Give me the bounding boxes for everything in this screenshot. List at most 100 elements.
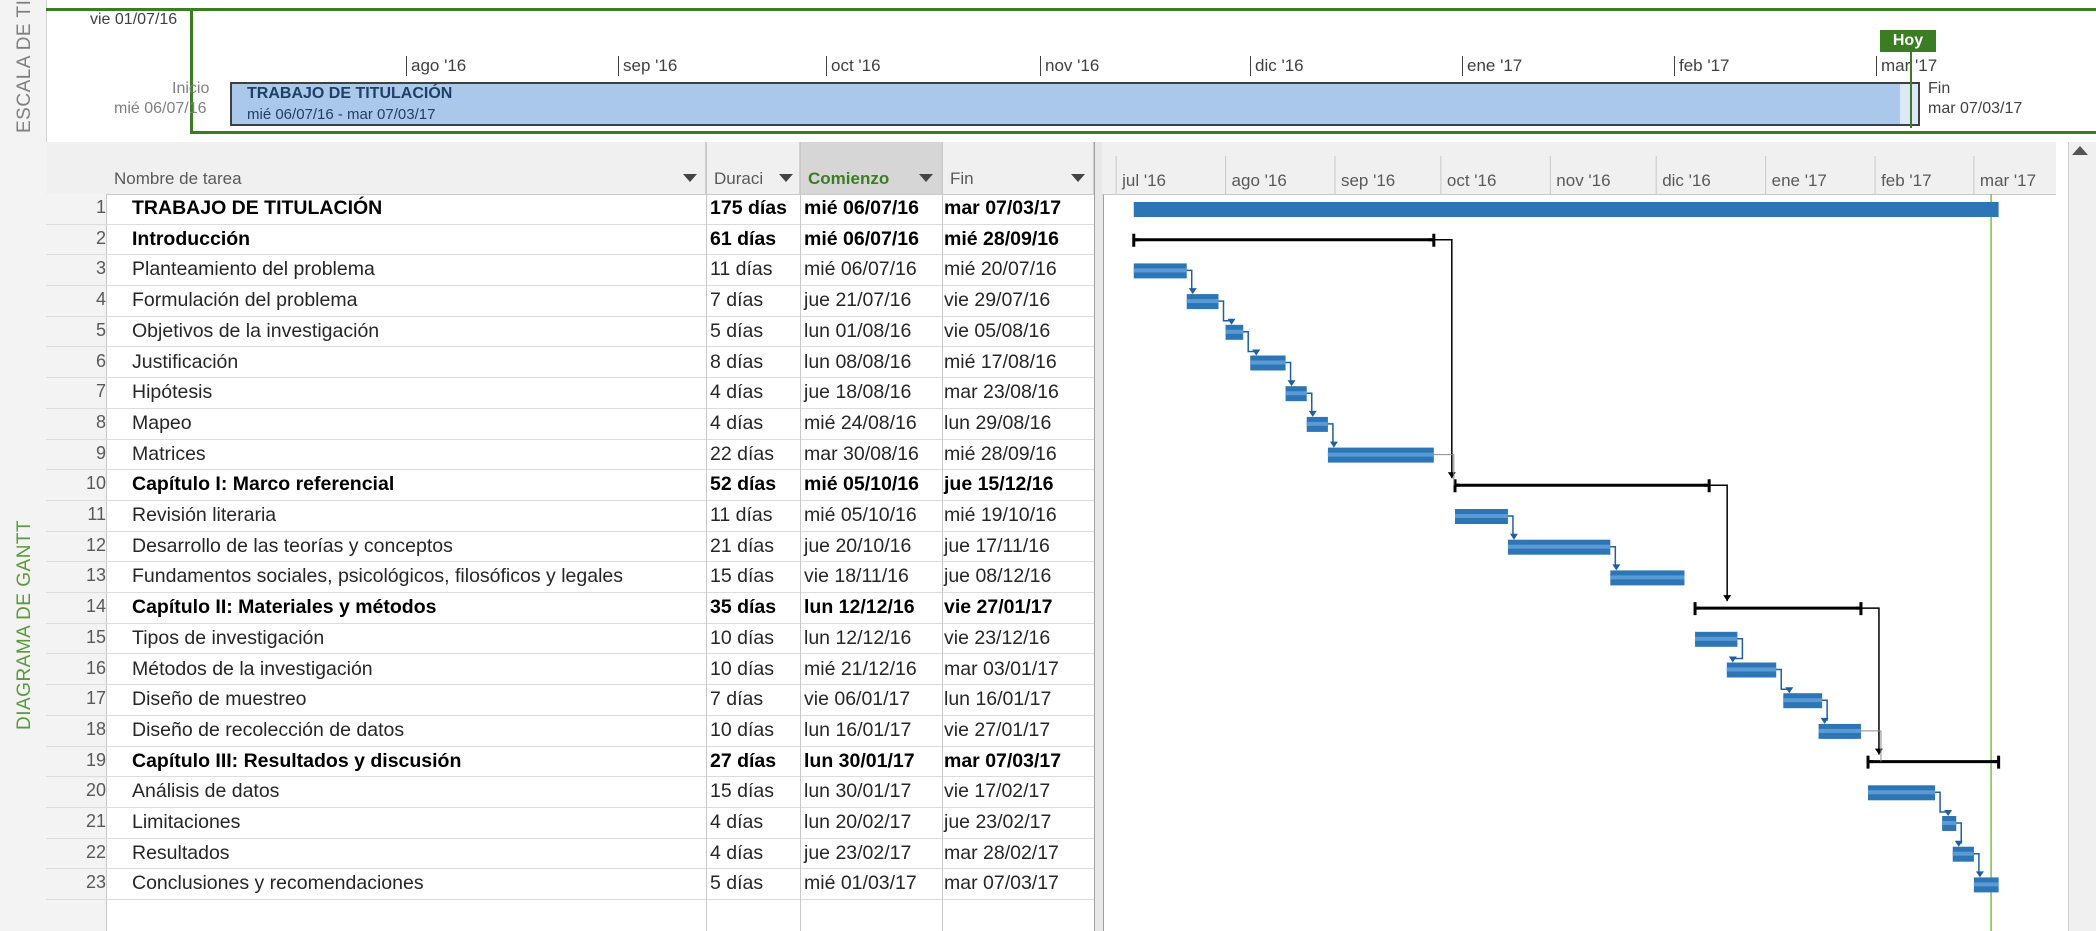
gantt-month-label: dic '16 [1662, 171, 1711, 190]
table-row[interactable]: 3 Planteamiento del problema 11 días mié 06… [46, 255, 1094, 287]
task-name: Conclusiones y recomendaciones [132, 872, 424, 895]
column-header-start[interactable]: Comienzo [800, 142, 942, 194]
gantt-month-label: nov '16 [1556, 171, 1610, 190]
timeline-start-date: mié 06/07/16 [114, 100, 207, 117]
row-id: 4 [95, 289, 106, 310]
timeline-side-label: ESCALA DE TIEMPO [14, 0, 35, 133]
chevron-down-icon[interactable] [1071, 174, 1085, 182]
today-marker-flag: Hoy [1880, 30, 1936, 52]
dependency-arrow [1188, 288, 1197, 295]
task-duration: 11 días [710, 504, 773, 526]
task-duration: 21 días [710, 534, 774, 557]
secondary-link [1433, 454, 1455, 486]
task-start: lun 12/12/16 [804, 626, 912, 649]
task-bar-highlight [1695, 636, 1738, 641]
table-row[interactable]: 6 Justificación 8 días lun 08/08/16 mié 17/0… [46, 348, 1094, 379]
gantt-month-label: ago '16 [1232, 171, 1287, 190]
row-id: 20 [85, 780, 106, 801]
timeline-start-date-top: vie 01/07/16 [90, 11, 178, 28]
task-start: mié 05/10/16 [804, 504, 917, 526]
dependency-link [1776, 668, 1790, 690]
task-start: lun 12/12/16 [804, 596, 915, 619]
row-id: 16 [85, 657, 106, 678]
table-row[interactable]: 19 Capítulo III: Resultados y discusión 27… [46, 747, 1094, 778]
row-id: 15 [85, 626, 106, 647]
table-row[interactable]: 13 Fundamentos sociales, psicológicos, fi… [46, 562, 1094, 594]
task-end: vie 23/12/16 [944, 626, 1051, 649]
table-row[interactable]: 15 Tipos de investigación 10 días lun 12/12… [46, 624, 1094, 655]
column-header-end[interactable]: Fin [942, 142, 1094, 194]
task-start: jue 18/08/16 [804, 381, 912, 404]
table-row[interactable]: 20 Análisis de datos 15 días lun 30/01/17 vi… [46, 777, 1094, 808]
task-start: lun 16/01/17 [804, 718, 912, 741]
table-row[interactable]: 8 Mapeo 4 días mié 24/08/16 lun 29/08/16 [46, 409, 1094, 440]
task-end: vie 27/01/17 [944, 596, 1053, 619]
table-row[interactable]: 1 TRABAJO DE TITULACIÓN 175 días mié 06/07/… [46, 194, 1094, 225]
table-row[interactable]: 22 Resultados 4 días jue 23/02/17 mar 28/02/… [46, 839, 1094, 870]
timeline-project-bar[interactable] [230, 82, 1920, 126]
table-row[interactable]: 7 Hipótesis 4 días jue 18/08/16 mar 23/08/16 [46, 378, 1094, 409]
table-row[interactable]: 16 Métodos de la investigación 10 días mié … [46, 655, 1094, 686]
task-end: jue 08/12/16 [944, 565, 1052, 588]
dependency-link [1507, 515, 1514, 537]
summary-bar-end-cap [1993, 755, 2001, 769]
task-name: Planteamiento del problema [132, 258, 375, 281]
task-start: mié 06/07/16 [804, 258, 917, 281]
table-row[interactable]: 21 Limitaciones 4 días lun 20/02/17 jue 23/0… [46, 808, 1094, 839]
row-id: 18 [85, 718, 106, 739]
summary-link [1433, 238, 1453, 479]
timeline-month-label: dic '16 [1250, 56, 1304, 76]
table-row[interactable]: 12 Desarrollo de las teorías y conceptos 2… [46, 532, 1094, 563]
task-name: Introducción [132, 227, 251, 250]
gantt-side-label: DIAGRAMA DE GANTT [14, 519, 35, 730]
task-bar-highlight [1306, 421, 1328, 426]
dependency-link [1243, 331, 1257, 353]
column-header-end-label: Fin [950, 169, 974, 188]
table-row[interactable]: 14 Capítulo II: Materiales y métodos 35 dí… [46, 593, 1094, 624]
chevron-down-icon[interactable] [919, 174, 933, 182]
task-duration: 22 días [710, 442, 774, 465]
secondary-link [1860, 730, 1882, 762]
vertical-scrollbar[interactable] [2068, 142, 2096, 931]
task-bar-highlight [1327, 452, 1434, 457]
column-header-name[interactable]: Nombre de tarea [106, 142, 706, 194]
task-bar-highlight [1868, 790, 1936, 795]
task-duration: 61 días [710, 227, 777, 250]
task-start: mié 21/12/16 [804, 657, 917, 680]
row-id: 21 [85, 811, 106, 831]
dependency-link [1956, 822, 1963, 844]
task-start: lun 30/01/17 [804, 780, 912, 803]
table-row[interactable]: 18 Diseño de recolección de datos 10 días l… [46, 716, 1094, 747]
column-header-duration[interactable]: Duraci [706, 142, 800, 194]
table-row[interactable]: 4 Formulación del problema 7 días jue 21/07… [46, 286, 1094, 317]
row-id: 10 [85, 473, 106, 494]
table-row[interactable]: 17 Diseño de muestreo 7 días vie 06/01/17 lu… [46, 685, 1094, 716]
task-bar-highlight [1973, 882, 1999, 887]
table-row[interactable]: 10 Capítulo I: Marco referencial 52 días mi… [46, 470, 1094, 501]
scroll-up-arrow-icon[interactable] [2072, 146, 2088, 155]
chevron-down-icon[interactable] [683, 174, 697, 182]
task-start: mié 06/07/16 [804, 227, 919, 250]
task-bar-highlight [1818, 728, 1861, 733]
dependency-arrow [1329, 441, 1338, 448]
summary-bar-end-cap [1855, 602, 1863, 616]
task-duration: 11 días [710, 258, 773, 281]
task-start: vie 06/01/17 [804, 688, 911, 711]
task-duration: 4 días [710, 411, 764, 434]
chevron-down-icon[interactable] [779, 174, 793, 182]
table-row[interactable]: 2 Introducción 61 días mié 06/07/16 mié 28/0… [46, 225, 1094, 256]
table-row[interactable]: 5 Objetivos de la investigación 5 días lun … [46, 317, 1094, 348]
row-id: 5 [95, 319, 106, 340]
task-end: vie 29/07/16 [944, 289, 1051, 312]
table-row[interactable]: 11 Revisión literaria 11 días mié 05/10/16 m… [46, 501, 1094, 532]
task-end: mié 17/08/16 [944, 350, 1057, 373]
table-row[interactable]: 23 Conclusiones y recomendaciones 5 días mi… [46, 869, 1094, 901]
gantt-chart[interactable]: jul '16 ago '16 sep '16 oct '16 nov '16 dic '… [1102, 142, 2068, 931]
row-id: 17 [85, 688, 106, 709]
table-row[interactable]: 9 Matrices 22 días mar 30/08/16 mié 28/09/16 [46, 440, 1094, 471]
task-end: jue 23/02/17 [944, 811, 1052, 833]
dependency-arrow [1728, 656, 1737, 663]
task-name: Capítulo III: Resultados y discusión [132, 749, 462, 772]
row-id: 8 [95, 411, 106, 432]
dependency-arrow [1820, 717, 1829, 724]
